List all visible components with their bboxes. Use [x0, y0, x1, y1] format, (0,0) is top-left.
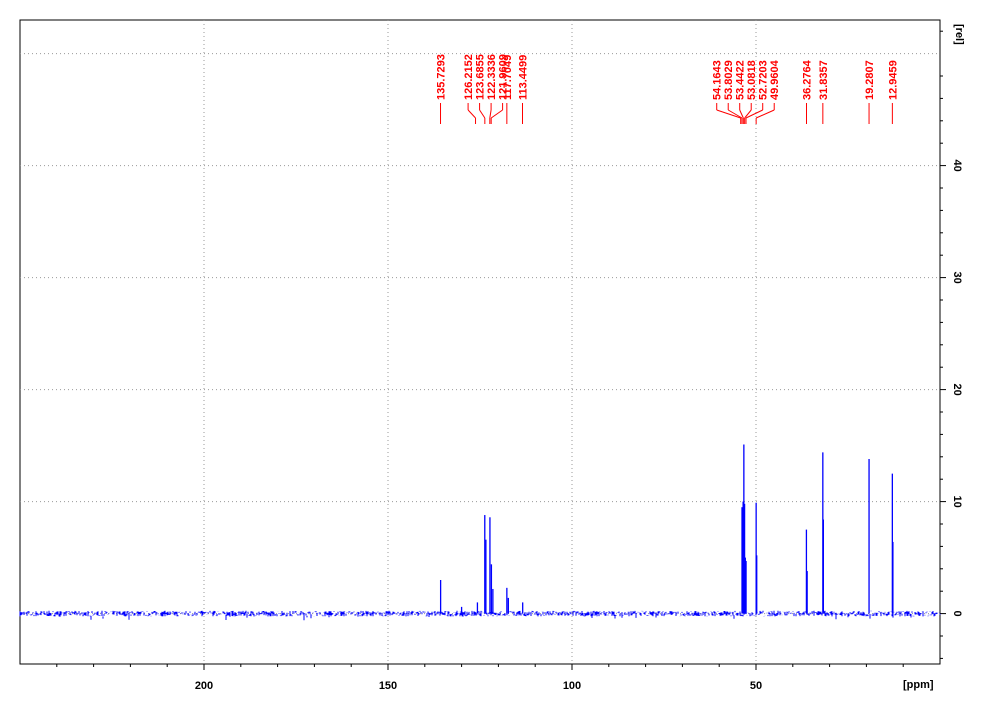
- peak-label: 12.9459: [887, 60, 899, 100]
- y-tick-label: 40: [951, 159, 963, 171]
- peak-label: 123.6855: [475, 54, 487, 100]
- peak-label: 113.4499: [518, 55, 530, 100]
- peak-label: 126.2152: [463, 54, 475, 100]
- peak-label: 135.7293: [436, 54, 448, 100]
- peak-label-leader: [716, 109, 741, 119]
- nmr-spectrum-chart: 200 150 100 50 010203040 135.7293 126.2152 12…: [19, 19, 965, 692]
- peak-label: 122.3336: [486, 54, 498, 100]
- peak-label: 52.7203: [758, 60, 770, 100]
- peak-label: 54.1643: [712, 60, 724, 100]
- peak-label: 53.4422: [735, 60, 747, 100]
- x-tick-label: 50: [750, 680, 762, 692]
- plot-frame: [19, 19, 941, 665]
- peak-label: 53.0818: [746, 60, 758, 100]
- peak-label-group: 135.7293 126.2152 123.6855 122.3336 121.9609…: [436, 54, 899, 124]
- peak-label: 19.2807: [864, 60, 876, 100]
- y-axis-label: [rel]: [953, 24, 965, 45]
- peak-label: 31.8357: [818, 60, 830, 100]
- peak-label-leader: [479, 109, 486, 119]
- x-tick-label: 150: [379, 680, 397, 692]
- grid-lines: [20, 20, 940, 664]
- y-tick-label: 10: [951, 495, 963, 507]
- y-tick-label: 20: [951, 383, 963, 395]
- peak-label: 117.7049: [502, 55, 514, 100]
- x-tick-label: 200: [195, 680, 213, 692]
- peak-label-leader: [755, 109, 775, 119]
- y-axis: 0 10 20 30 40: [940, 30, 963, 659]
- peak-label-leader: [489, 109, 492, 119]
- peak-label: 53.8029: [723, 60, 735, 100]
- peak-label-leader: [467, 109, 476, 119]
- x-axis-label: [ppm]: [903, 679, 934, 691]
- spectrum-baseline: [19, 610, 941, 621]
- y-tick-label: 0: [951, 611, 963, 617]
- y-tick-label: 30: [951, 271, 963, 283]
- x-axis: 200 150 100 50: [56, 664, 904, 692]
- peak-label-leader: [490, 109, 503, 119]
- x-tick-label: 100: [563, 680, 581, 692]
- peak-label: 49.9604: [769, 59, 781, 100]
- spectrum-series: [19, 444, 941, 621]
- peak-label: 36.2764: [802, 59, 814, 100]
